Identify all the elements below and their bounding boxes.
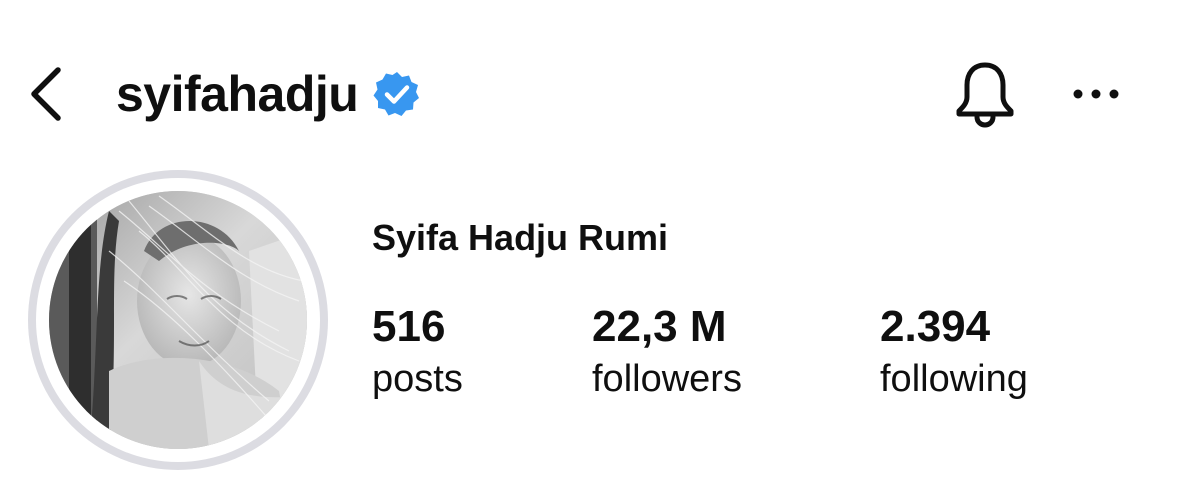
more-horizontal-icon <box>1073 89 1119 99</box>
following-label: following <box>880 358 1028 400</box>
avatar-gap <box>36 178 320 462</box>
followers-count: 22,3 M <box>592 302 727 351</box>
posts-label: posts <box>372 358 463 400</box>
username: syifahadju <box>116 66 359 122</box>
following-count: 2.394 <box>880 302 991 351</box>
stat-posts[interactable]: 516 posts <box>372 300 463 404</box>
profile-photo <box>49 191 307 449</box>
posts-count: 516 <box>372 302 446 351</box>
back-button[interactable] <box>22 62 70 126</box>
chevron-left-icon <box>31 67 61 121</box>
bell-icon <box>956 62 1014 128</box>
avatar <box>49 191 307 449</box>
avatar-story-ring[interactable] <box>28 170 328 470</box>
notifications-button[interactable] <box>950 60 1020 130</box>
more-options-button[interactable] <box>1064 62 1128 126</box>
verified-badge-icon <box>372 69 422 119</box>
full-name: Syifa Hadju Rumi <box>372 217 669 258</box>
username-container: syifahadju <box>116 62 422 126</box>
followers-label: followers <box>592 358 742 400</box>
stat-following[interactable]: 2.394 following <box>880 300 1028 404</box>
stat-followers[interactable]: 22,3 M followers <box>592 300 742 404</box>
profile-header: syifahadju <box>0 44 1178 144</box>
